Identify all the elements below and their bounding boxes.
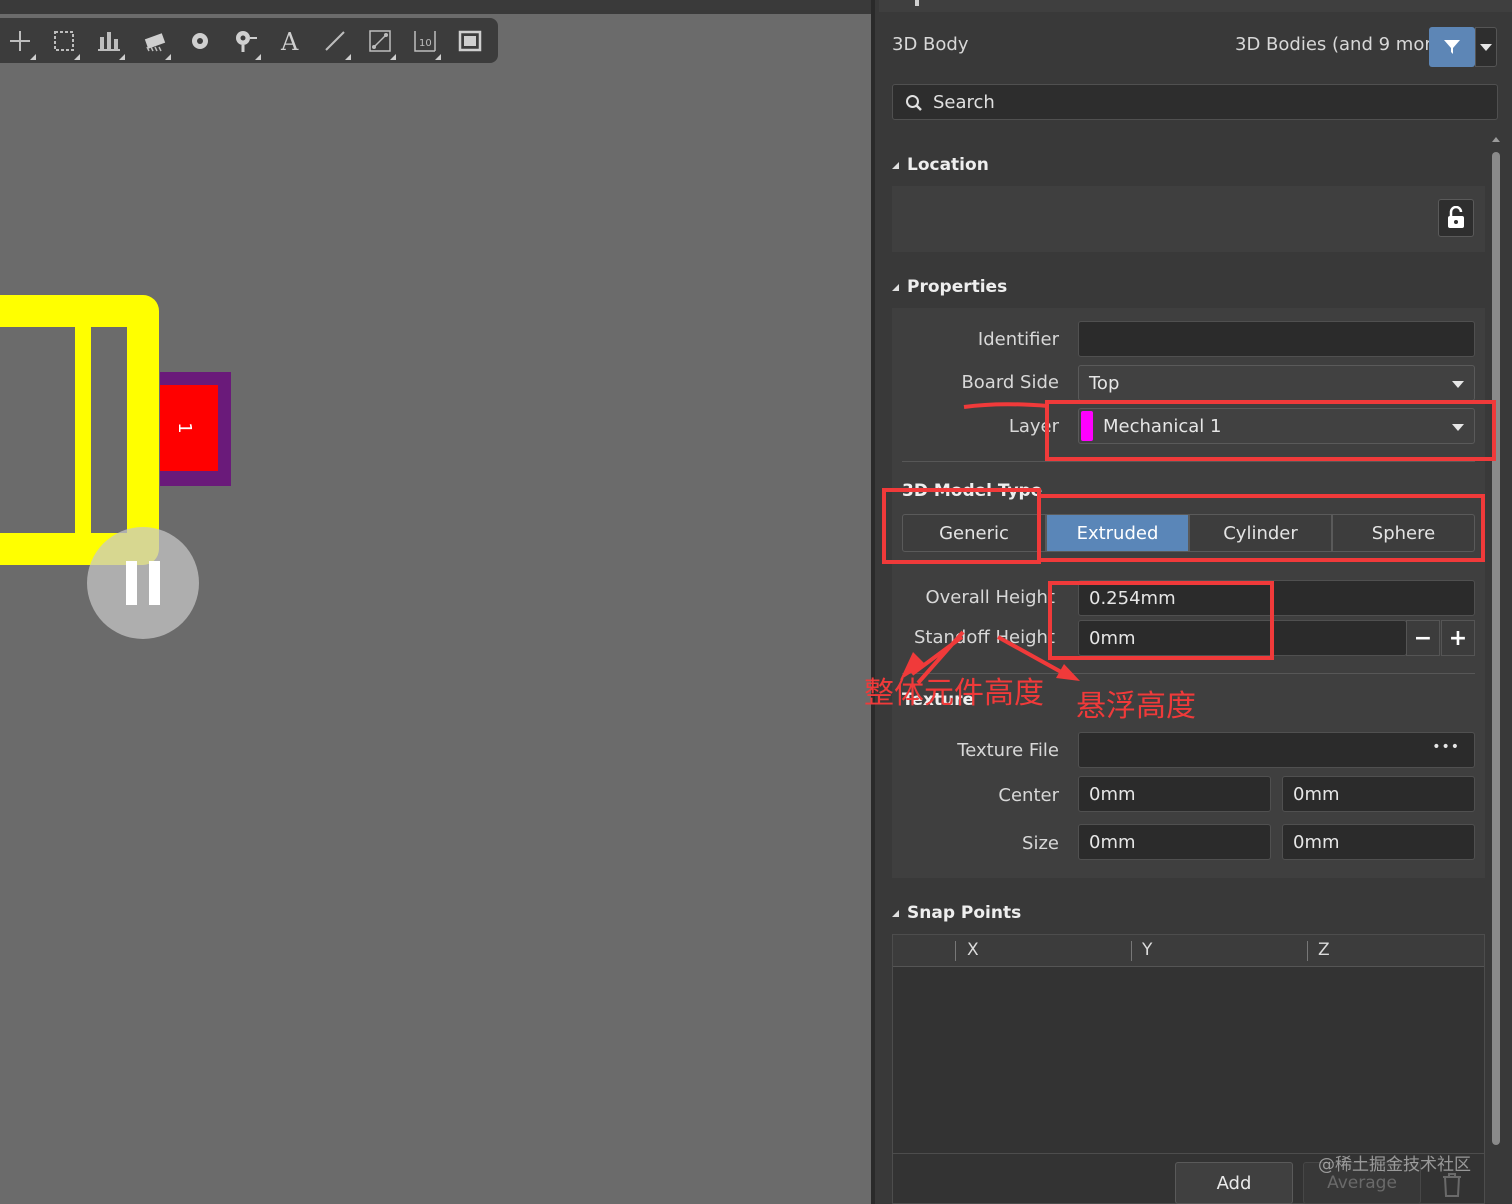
selection-summary: 3D Bodies (and 9 more)	[1235, 34, 1450, 55]
select-rect-icon[interactable]	[44, 18, 84, 63]
object-type-label: 3D Body	[892, 34, 969, 55]
layer-color-swatch	[1081, 411, 1093, 441]
via-icon[interactable]	[225, 18, 265, 63]
pause-button[interactable]	[87, 527, 199, 639]
column-z[interactable]: Z	[1318, 940, 1330, 960]
board-side-label: Board Side	[961, 372, 1059, 393]
line-icon[interactable]	[315, 18, 355, 63]
chevron-down-icon	[1452, 424, 1464, 431]
standoff-height-label: Standoff Height	[914, 627, 1055, 648]
filter-icon	[1444, 40, 1460, 54]
pad-designator: 1	[174, 422, 196, 434]
identifier-label: Identifier	[977, 329, 1059, 350]
overall-height-annotation: 整体元件高度	[864, 676, 1044, 711]
add-snap-point-button[interactable]: Add	[1175, 1162, 1293, 1204]
identifier-field[interactable]	[1078, 321, 1475, 357]
texture-file-field[interactable]: •••	[1078, 732, 1475, 768]
table-header: X Y Z	[893, 935, 1484, 967]
filter-dropdown-button[interactable]	[1475, 27, 1497, 67]
collapse-triangle-icon	[892, 909, 899, 917]
crosshair-icon[interactable]	[0, 18, 40, 63]
model-type-cylinder[interactable]: Cylinder	[1189, 514, 1332, 552]
active-toolbar: A 10	[0, 18, 498, 63]
properties-section-header[interactable]: Properties	[892, 277, 1007, 297]
standoff-height-field[interactable]: 0mm	[1078, 620, 1407, 656]
location-group	[892, 186, 1485, 252]
scrollbar-thumb[interactable]	[1492, 152, 1500, 1145]
size-y-field[interactable]: 0mm	[1282, 824, 1475, 860]
panel-header-strip	[879, 0, 1512, 12]
layer-label: Layer	[1008, 416, 1059, 437]
ruler-icon[interactable]: 10	[405, 18, 445, 63]
watermark: @稀土掘金技术社区	[1318, 1155, 1471, 1175]
chevron-down-icon	[1452, 381, 1464, 388]
layer-select[interactable]: Mechanical 1	[1078, 408, 1475, 444]
size-x-field[interactable]: 0mm	[1078, 824, 1271, 860]
location-section-header[interactable]: Location	[892, 155, 989, 175]
search-box[interactable]	[892, 84, 1498, 120]
search-icon	[906, 95, 922, 111]
standoff-height-annotation: 悬浮高度	[1076, 689, 1196, 724]
browse-more-icon[interactable]: •••	[1432, 739, 1460, 755]
divider	[902, 461, 1475, 462]
center-label: Center	[998, 785, 1059, 806]
dimension-icon[interactable]	[360, 18, 400, 63]
overall-height-field[interactable]: 0.254mm	[1078, 580, 1475, 616]
collapse-triangle-icon	[892, 283, 899, 291]
align-icon[interactable]	[89, 18, 129, 63]
size-label: Size	[1022, 833, 1059, 854]
search-input[interactable]	[933, 89, 1483, 115]
properties-panel: 3D Body 3D Bodies (and 9 more) Location …	[871, 0, 1512, 1204]
svg-text:10: 10	[419, 38, 432, 49]
texture-file-label: Texture File	[957, 740, 1059, 761]
pad-icon[interactable]	[180, 18, 220, 63]
unlock-icon	[1448, 206, 1464, 228]
increment-button[interactable]: +	[1441, 620, 1475, 656]
text-icon[interactable]: A	[270, 18, 310, 63]
column-x[interactable]: X	[967, 940, 979, 960]
model-type-sphere[interactable]: Sphere	[1332, 514, 1475, 552]
scroll-up-arrow[interactable]	[1492, 137, 1500, 142]
center-y-field[interactable]: 0mm	[1282, 776, 1475, 812]
snap-points-section-header[interactable]: Snap Points	[892, 903, 1021, 923]
pcb-canvas[interactable]: A 10 1	[0, 0, 871, 1204]
svg-text:A: A	[280, 28, 299, 55]
decrement-button[interactable]: −	[1406, 620, 1440, 656]
column-y[interactable]: Y	[1142, 940, 1152, 960]
canvas-top-bar	[0, 0, 871, 14]
filter-button[interactable]	[1429, 27, 1475, 67]
board-side-select[interactable]: Top	[1078, 365, 1475, 401]
model-type-generic[interactable]: Generic	[902, 514, 1046, 552]
chevron-down-icon	[1480, 43, 1492, 51]
component-icon[interactable]	[135, 18, 175, 63]
collapse-triangle-icon	[892, 161, 899, 169]
overall-height-label: Overall Height	[925, 587, 1055, 608]
region-icon[interactable]	[450, 18, 490, 63]
pause-icon	[126, 561, 137, 605]
lock-button[interactable]	[1438, 199, 1474, 237]
center-x-field[interactable]: 0mm	[1078, 776, 1271, 812]
model-type-extruded[interactable]: Extruded	[1046, 514, 1189, 552]
model-type-heading: 3D Model Type	[902, 481, 1043, 501]
trash-icon[interactable]	[1441, 1172, 1463, 1198]
